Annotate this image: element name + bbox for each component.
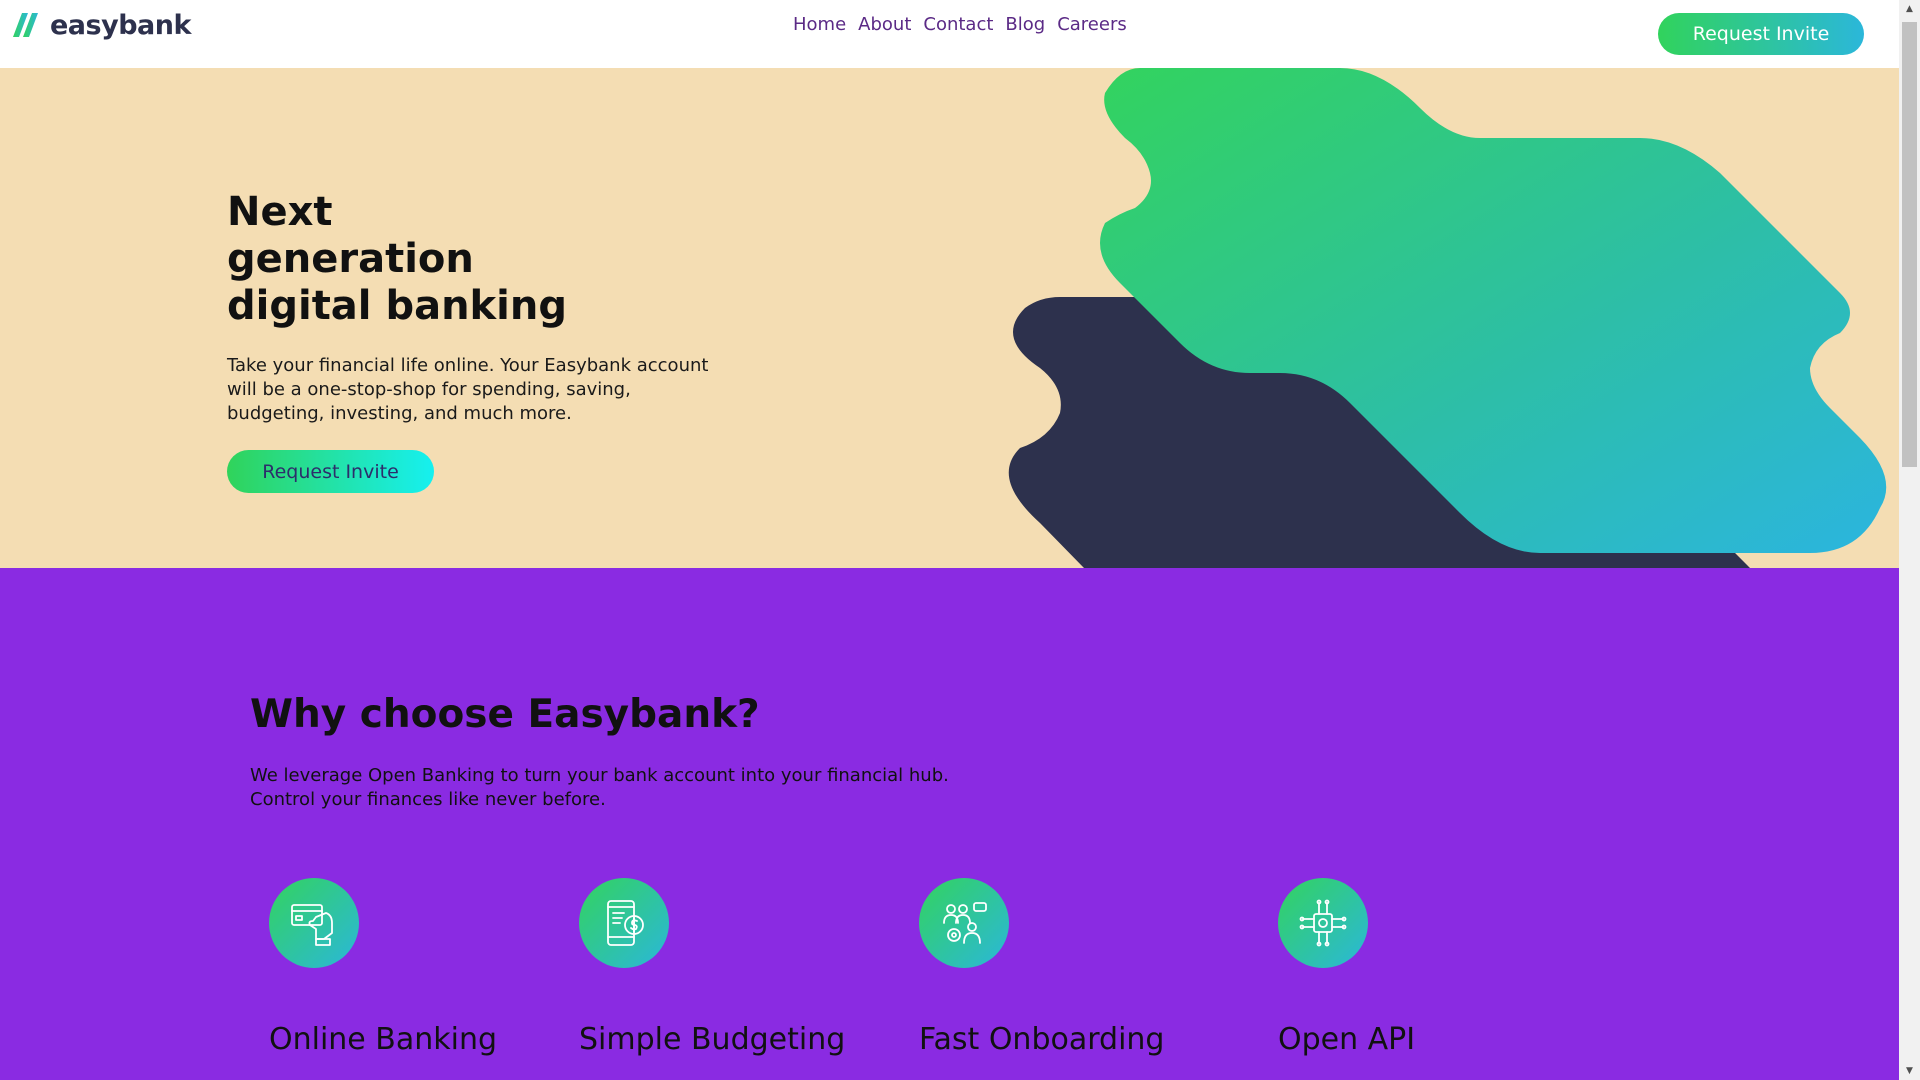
nav-contact[interactable]: Contact (923, 14, 993, 35)
feature-online-banking: Online Banking (269, 878, 497, 1057)
logo-mark-icon (13, 13, 38, 37)
why-title: Why choose Easybank? (250, 692, 760, 737)
feature-title: Online Banking (269, 1022, 498, 1057)
hero-title-line2: digital banking (227, 283, 567, 329)
hero-title-line1: Next generation (227, 189, 474, 282)
card-in-hand-icon (269, 878, 359, 968)
why-description-line2: Control your finances like never before. (250, 789, 606, 810)
feature-title: Fast Onboarding (919, 1022, 1165, 1057)
team-onboarding-icon (919, 878, 1009, 968)
hero-description: Take your financial life online. Your Ea… (227, 355, 709, 424)
scroll-down-arrow-icon[interactable]: ▼ (1899, 1062, 1920, 1080)
feature-title: Open API (1278, 1022, 1416, 1057)
feature-fast-onboarding: Fast Onboarding (919, 878, 1164, 1057)
why-description-line1: We leverage Open Banking to turn your ba… (250, 765, 949, 786)
logo-text: easybank (50, 9, 191, 41)
logo[interactable]: easybank (12, 9, 191, 41)
nav-blog[interactable]: Blog (1005, 14, 1045, 35)
header-request-invite-button[interactable]: Request Invite (1658, 13, 1864, 55)
main-nav: Home About Contact Blog Careers (793, 14, 1127, 35)
nav-careers[interactable]: Careers (1057, 14, 1127, 35)
scrollbar-thumb[interactable] (1902, 22, 1917, 467)
page-scrollbar[interactable]: ▲ ▼ (1899, 0, 1920, 1080)
feature-simple-budgeting: Simple Budgeting (579, 878, 845, 1057)
phone-budget-icon (579, 878, 669, 968)
why-description: We leverage Open Banking to turn your ba… (250, 764, 1010, 812)
hero-blob-illustration (1008, 68, 1887, 568)
site-header: easybank Home About Contact Blog Careers… (0, 0, 1899, 68)
why-section: Why choose Easybank? We leverage Open Ba… (0, 568, 1899, 1080)
chip-api-icon (1278, 878, 1368, 968)
scroll-up-arrow-icon[interactable]: ▲ (1899, 0, 1920, 18)
hero-text-block: Next generation digital banking Take you… (227, 189, 767, 493)
hero-section: Next generation digital banking Take you… (0, 68, 1899, 568)
hero-request-invite-button[interactable]: Request Invite (227, 450, 434, 493)
feature-open-api: Open API (1278, 878, 1415, 1057)
nav-home[interactable]: Home (793, 14, 846, 35)
nav-about[interactable]: About (858, 14, 911, 35)
hero-title: Next generation digital banking (227, 189, 587, 330)
feature-title: Simple Budgeting (579, 1022, 846, 1057)
